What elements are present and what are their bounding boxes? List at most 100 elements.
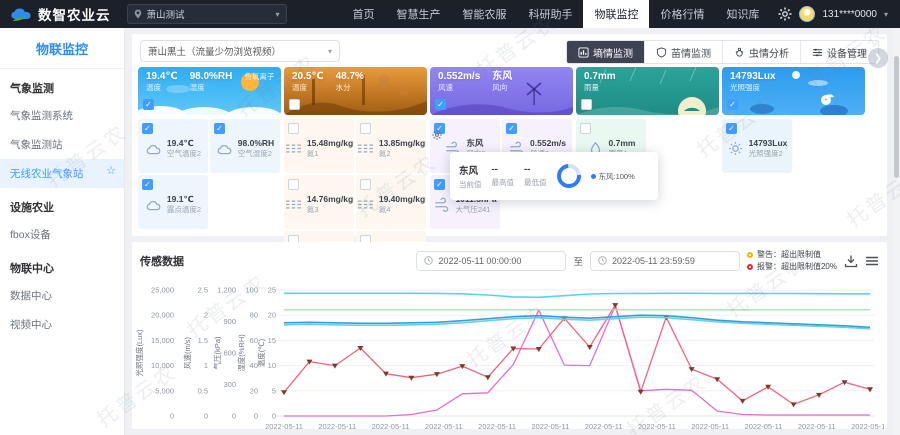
date-from-input[interactable]: 2022-05-11 00:00:00 (416, 251, 566, 271)
tile-value: 0.7mm (609, 138, 636, 148)
scrollbar-thumb[interactable] (894, 56, 899, 178)
carousel-next-button[interactable]: ❯ (868, 48, 888, 68)
card-checkbox[interactable]: ✓ (581, 99, 592, 110)
username[interactable]: 131****0000 (822, 9, 877, 20)
star-icon[interactable]: ☆ (106, 164, 116, 177)
x-axis-label: 2022-05-11 (372, 422, 410, 431)
tab-device-management[interactable]: 设备管理 (800, 41, 878, 63)
nav-item-prices[interactable]: 价格行情 (649, 0, 715, 28)
sensor-line-chart[interactable]: 25,00020,00015,00010,0005,0000光照强度(Lux)2… (134, 276, 884, 435)
tile-checkbox[interactable]: ✓ (726, 123, 737, 134)
gear-icon[interactable] (432, 130, 442, 140)
axis-tick: 1.5 (198, 336, 208, 345)
tile-dew-point[interactable]: ✓19.1℃露点温度2 (138, 175, 208, 229)
clock-icon (598, 256, 607, 265)
top-navbar: 数智农业云 萧山测试 ▾ 首页 智慧生产 智能农服 科研助手 物联监控 价格行情… (0, 0, 900, 28)
date-to-input[interactable]: 2022-05-11 23:59:59 (590, 251, 740, 271)
navbar-right: 131****0000 ▾ (770, 6, 900, 22)
tile-checkbox[interactable]: ✓ (360, 123, 371, 134)
tile-checkbox[interactable]: ✓ (142, 123, 153, 134)
sidebar-item-weather-system[interactable]: 气象监测系统 (0, 101, 124, 130)
tab-label: 苗情监测 (671, 45, 711, 60)
tab-soil-moisture[interactable]: 墒情监测 (567, 41, 644, 63)
card-wind[interactable]: 0.552m/s风速 东风风向 ✓ (430, 67, 573, 115)
site-selector[interactable]: 萧山测试 ▾ (127, 4, 287, 24)
bug-icon (734, 47, 745, 58)
tile-checkbox[interactable]: ✓ (214, 123, 225, 134)
tile-air-humidity[interactable]: ✓98.0%RH空气湿度2 (210, 119, 280, 173)
tile-value: 14.76mg/kg (307, 194, 353, 204)
nav-item-iot-monitoring[interactable]: 物联监控 (583, 0, 649, 28)
card-value: 48.7% (336, 71, 364, 82)
tile-nitrogen-3[interactable]: ✓ 14.76mg/kg氮3 (284, 175, 354, 229)
sidebar-item-video-center[interactable]: 视频中心 (0, 310, 124, 339)
tile-checkbox[interactable]: ✓ (142, 179, 153, 190)
card-checkbox[interactable]: ✓ (727, 99, 738, 110)
tile-checkbox[interactable]: ✓ (580, 123, 591, 134)
x-axis-label: 2022-05-11 (798, 422, 836, 431)
axis-tick: 1 (204, 361, 208, 370)
axis-tick: 0 (272, 412, 276, 421)
card-temperature-humidity[interactable]: 19.4℃温度 98.0%RH湿度 负氧离子 ✓ (138, 67, 281, 115)
station-selector[interactable]: 萧山黑土（流量少勿浏览视频） ▾ (140, 40, 340, 62)
axis-tick: 300 (223, 380, 236, 389)
tile-value: 东风 (466, 138, 485, 148)
chart-marker-风速 (408, 376, 414, 381)
x-axis-label: 2022-05-11 (425, 422, 463, 431)
sidebar-item-wireless-agri-station[interactable]: 无线农业气象站 ☆ (0, 159, 124, 188)
sidebar-item-fbox[interactable]: fbox设备 (0, 220, 124, 249)
axis-tick: 10 (268, 361, 276, 370)
card-checkbox[interactable]: ✓ (435, 99, 446, 110)
tile-value: 14793Lux (749, 138, 788, 148)
tile-checkbox[interactable]: ✓ (506, 123, 517, 134)
tile-nitrogen-1[interactable]: ✓15.48mg/kg氮1 (284, 119, 354, 173)
pie-caption: 东风:100% (591, 171, 635, 182)
card-value: 东风 (492, 71, 512, 82)
tile-light-intensity[interactable]: ✓14793Lux光照强度2 (722, 119, 792, 173)
tile-nitrogen-2[interactable]: ✓13.85mg/kg氮2 (356, 119, 426, 173)
list-menu-icon[interactable] (865, 254, 879, 268)
axis-tick: 0 (170, 412, 174, 421)
nav-item-home[interactable]: 首页 (341, 0, 385, 28)
card-soil[interactable]: 20.5℃温度 48.7%水分 ✓ (284, 67, 427, 115)
card-label: 湿度 (190, 82, 233, 93)
tile-checkbox[interactable]: ✓ (360, 179, 371, 190)
page-scrollbar[interactable] (893, 28, 900, 435)
card-rain[interactable]: 0.7mm雨量 ✓ (576, 67, 719, 115)
chevron-down-icon[interactable]: ▾ (884, 10, 888, 19)
sidebar-item-weather-station[interactable]: 气象监测站 (0, 130, 124, 159)
nav-item-services[interactable]: 智能农服 (451, 0, 517, 28)
tile-checkbox[interactable]: ✓ (434, 179, 445, 190)
sidebar-group-weather: 气象监测 (0, 69, 124, 101)
tile-air-temp[interactable]: ✓19.4℃空气温度2 (138, 119, 208, 173)
card-checkbox[interactable]: ✓ (289, 99, 300, 110)
cloud-icon (145, 196, 162, 213)
card-checkbox[interactable]: ✓ (143, 99, 154, 110)
axis-label: 湿度(%RH) (236, 334, 246, 372)
brand-title: 数智农业云 (38, 4, 111, 24)
axis-tick: 1,200 (217, 286, 236, 295)
download-icon[interactable] (844, 254, 858, 268)
x-axis-label: 2022-05-11 (265, 422, 303, 431)
card-light[interactable]: 14793Lux光照强度 ✓ (722, 67, 865, 115)
sidebar-group-iot-center: 物联中心 (0, 249, 124, 281)
tile-label: 氮3 (307, 204, 353, 215)
tile-nitrogen-4[interactable]: ✓19.40mg/kg氮4 (356, 175, 426, 229)
tab-insect-analysis[interactable]: 虫情分析 (722, 41, 800, 63)
user-avatar[interactable] (799, 6, 815, 22)
axis-label: 温度(℃) (256, 338, 266, 367)
axis-tick: 25,000 (151, 286, 174, 295)
axis-tick: 0 (254, 412, 258, 421)
tab-seedling[interactable]: 苗情监测 (644, 41, 722, 63)
tooltip-value: -- (524, 164, 547, 175)
tile-value: 19.40mg/kg (379, 194, 425, 204)
card-label: 风速 (438, 82, 480, 93)
nav-item-knowledge[interactable]: 知识库 (715, 0, 770, 28)
tile-checkbox[interactable]: ✓ (288, 179, 299, 190)
card-label: 光照强度 (730, 82, 776, 93)
tile-checkbox[interactable]: ✓ (288, 123, 299, 134)
nav-item-production[interactable]: 智慧生产 (385, 0, 451, 28)
sidebar-item-data-center[interactable]: 数据中心 (0, 281, 124, 310)
gear-icon[interactable] (778, 7, 792, 21)
nav-item-research[interactable]: 科研助手 (517, 0, 583, 28)
